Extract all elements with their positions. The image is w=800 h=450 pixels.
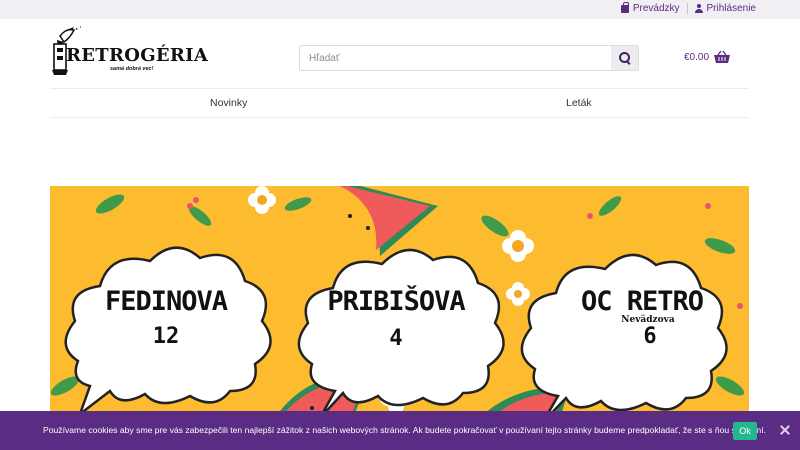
search-icon bbox=[618, 52, 631, 64]
login-link-label: Prihlásenie bbox=[706, 3, 756, 14]
top-bar: Prevádzky Prihlásenie bbox=[0, 0, 800, 19]
logo-tagline: samá dobrá vec! bbox=[110, 66, 154, 72]
shopping-bag-icon bbox=[620, 1, 629, 13]
search-button[interactable] bbox=[611, 46, 638, 70]
cart-total: €0.00 bbox=[684, 51, 710, 63]
user-icon bbox=[694, 4, 703, 13]
login-link[interactable]: Prihlásenie bbox=[694, 3, 756, 14]
top-links: Prevádzky Prihlásenie bbox=[620, 1, 756, 14]
basket-icon bbox=[714, 50, 731, 63]
store-1-number: 12 bbox=[152, 324, 180, 349]
stores-link-label: Prevádzky bbox=[632, 3, 680, 14]
cart-link[interactable]: €0.00 bbox=[684, 50, 731, 64]
logo-wordmark: RETROGÉRIA bbox=[66, 45, 209, 66]
cookie-banner: Používame cookies aby sme pre vás zabezp… bbox=[0, 411, 800, 450]
nav-item-novinky[interactable]: Novinky bbox=[210, 97, 247, 109]
search-box bbox=[299, 45, 639, 71]
site-logo[interactable]: RETROGÉRIA samá dobrá vec! bbox=[52, 26, 208, 78]
store-2-number: 4 bbox=[389, 326, 403, 351]
stores-link[interactable]: Prevádzky bbox=[620, 1, 680, 14]
divider bbox=[686, 3, 688, 14]
store-3-title: OC RETRO bbox=[580, 286, 704, 317]
store-2-title: PRIBIŠOVA bbox=[327, 286, 465, 317]
search-input[interactable] bbox=[300, 46, 611, 70]
main-nav: Novinky Leták bbox=[50, 88, 749, 118]
store-3-number: 6 bbox=[643, 324, 657, 349]
store-1-title: FEDINOVA bbox=[104, 286, 228, 317]
close-icon[interactable] bbox=[779, 424, 791, 436]
nav-item-letak[interactable]: Leták bbox=[566, 97, 592, 109]
cookie-ok-button[interactable]: Ok bbox=[733, 422, 757, 440]
cookie-message: Používame cookies aby sme pre vás zabezp… bbox=[43, 425, 766, 435]
